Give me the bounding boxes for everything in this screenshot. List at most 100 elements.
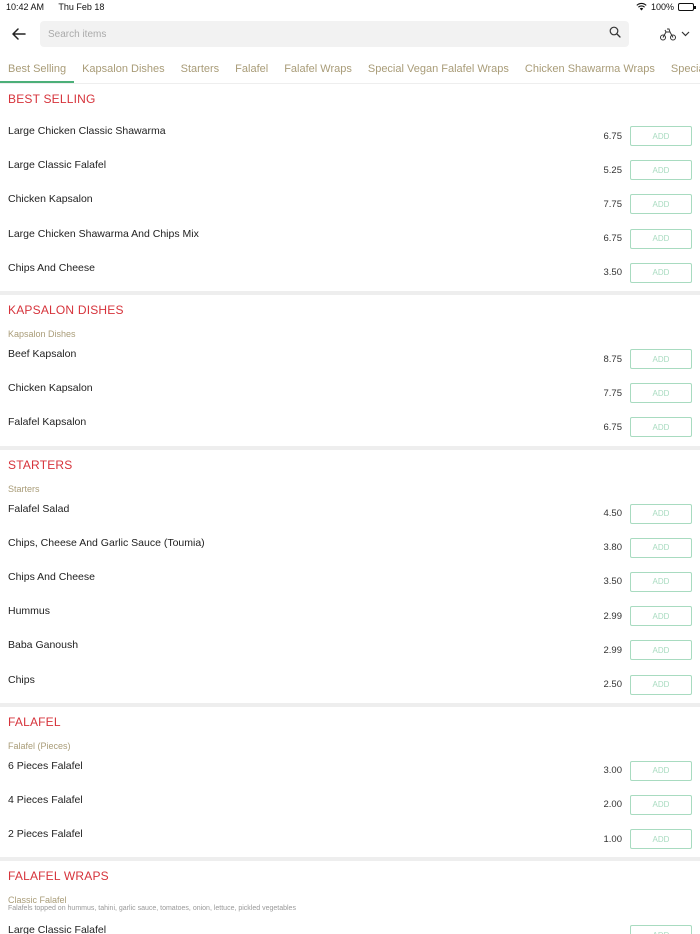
item-name: Falafel Salad [8, 502, 70, 515]
menu-item: Falafel Kapsalon 6.75 ADD [0, 409, 700, 443]
menu-item: 4 Pieces Falafel 2.00 ADD [0, 787, 700, 821]
add-button[interactable]: ADD [630, 571, 692, 592]
menu-item: Beef Kapsalon 8.75 ADD [0, 341, 700, 375]
section-title: STARTERS [8, 457, 73, 472]
item-price: 2.99 [603, 610, 623, 622]
add-button[interactable]: ADD [630, 349, 692, 370]
add-button[interactable]: ADD [630, 640, 692, 661]
section-best-selling: BEST SELLING Large Chicken Classic Shawa… [0, 84, 700, 295]
add-button[interactable]: ADD [630, 794, 692, 815]
search-bar[interactable] [40, 21, 629, 47]
tab-falafel[interactable]: Falafel [227, 63, 276, 83]
add-button[interactable]: ADD [630, 503, 692, 524]
menu-item: Hummus 2.99 ADD [0, 598, 700, 632]
item-name: Chips And Cheese [8, 570, 95, 583]
item-price: 3.50 [603, 267, 623, 279]
item-price: 1.00 [603, 833, 623, 845]
menu-item: Chicken Kapsalon 7.75 ADD [0, 186, 700, 220]
status-right: 100% [636, 2, 696, 13]
search-icon[interactable] [609, 25, 621, 43]
status-left: 10:42 AM Thu Feb 18 [6, 2, 116, 12]
item-name: Chips [8, 673, 35, 686]
section-title: FALAFEL WRAPS [8, 869, 109, 884]
menu-item: Large Chicken Shawarma And Chips Mix 6.7… [0, 221, 700, 255]
chevron-down-icon [681, 31, 690, 37]
add-button[interactable]: ADD [630, 606, 692, 627]
item-price: 6.75 [603, 421, 623, 433]
section-title: BEST SELLING [8, 92, 96, 106]
item-price: 5.25 [603, 164, 623, 176]
status-bar: 10:42 AM Thu Feb 18 100% [0, 0, 700, 14]
tab-chicken-shawarma-wraps[interactable]: Chicken Shawarma Wraps [517, 63, 663, 83]
menu-item: Large Chicken Classic Shawarma 6.75 ADD [0, 118, 700, 152]
menu-item: Chips, Cheese And Garlic Sauce (Toumia) … [0, 530, 700, 564]
add-button[interactable]: ADD [630, 417, 692, 438]
item-price: 2.99 [603, 644, 623, 656]
item-price: 4.50 [603, 508, 623, 520]
scooter-icon [660, 28, 676, 41]
item-price: 3.80 [603, 542, 623, 554]
tab-special-vegan-falafel-wraps[interactable]: Special Vegan Falafel Wraps [360, 63, 517, 83]
section-kapsalon-dishes: KAPSALON DISHES Kapsalon Dishes Beef Kap… [0, 295, 700, 450]
tab-falafel-wraps[interactable]: Falafel Wraps [276, 63, 360, 83]
tab-best-selling[interactable]: Best Selling [0, 63, 75, 83]
tab-kapsalon-dishes[interactable]: Kapsalon Dishes [74, 63, 173, 83]
item-name: Large Chicken Shawarma And Chips Mix [8, 227, 199, 240]
item-name: Chicken Kapsalon [8, 193, 93, 206]
menu-item: Baba Ganoush 2.99 ADD [0, 632, 700, 666]
item-name: Chips And Cheese [8, 261, 95, 274]
section-starters: STARTERS Starters Falafel Salad 4.50 ADD… [0, 450, 700, 707]
item-name: Falafel Kapsalon [8, 416, 87, 429]
add-button[interactable]: ADD [630, 760, 692, 781]
section-title: FALAFEL [8, 714, 61, 729]
item-name: Large Chicken Classic Shawarma [8, 125, 166, 138]
arrow-left-icon [12, 28, 26, 40]
subcategory-label: Classic Falafel [8, 895, 67, 906]
item-price: 2.50 [603, 679, 623, 691]
menu-item: Chips 2.50 ADD [0, 666, 700, 700]
menu-item: Chicken Kapsalon 7.75 ADD [0, 375, 700, 409]
add-button[interactable]: ADD [630, 925, 692, 934]
item-price: 8.75 [603, 353, 623, 365]
section-title: KAPSALON DISHES [8, 302, 124, 317]
add-button[interactable]: ADD [630, 674, 692, 695]
delivery-mode-dropdown[interactable] [659, 27, 690, 41]
tab-starters[interactable]: Starters [173, 63, 228, 83]
subcategory-label: Starters [8, 483, 40, 494]
item-name: Chips, Cheese And Garlic Sauce (Toumia) [8, 536, 205, 549]
top-bar [0, 14, 700, 54]
menu-item: 2 Pieces Falafel 1.00 ADD [0, 821, 700, 855]
add-button[interactable]: ADD [630, 228, 692, 249]
battery-icon [678, 3, 696, 11]
item-name: Large Classic Falafel [8, 159, 107, 172]
add-button[interactable]: ADD [630, 537, 692, 558]
status-time: 10:42 AM [6, 2, 45, 12]
search-input[interactable] [48, 28, 609, 40]
section-falafel-wraps: FALAFEL WRAPS Classic Falafel Falafels t… [0, 861, 700, 934]
item-price: 3.50 [603, 576, 623, 588]
add-button[interactable]: ADD [630, 160, 692, 181]
tab-special-o[interactable]: Special O [663, 63, 700, 83]
add-button[interactable]: ADD [630, 829, 692, 850]
item-name: Beef Kapsalon [8, 348, 77, 361]
item-price: 6.75 [603, 130, 623, 142]
item-price: 7.75 [603, 387, 623, 399]
subcategory-label: Falafel (Pieces) [8, 740, 71, 751]
back-button[interactable] [8, 23, 30, 45]
item-price: 7.75 [603, 198, 623, 210]
item-name: Chicken Kapsalon [8, 382, 93, 395]
add-button[interactable]: ADD [630, 262, 692, 283]
subcategory-label: Kapsalon Dishes [8, 328, 76, 339]
subcategory-description: Falafels topped on hummus, tahini, garli… [8, 905, 296, 913]
item-name: 2 Pieces Falafel [8, 828, 83, 841]
item-name: 6 Pieces Falafel [8, 759, 83, 772]
add-button[interactable]: ADD [630, 194, 692, 215]
menu-item: 6 Pieces Falafel 3.00 ADD [0, 753, 700, 787]
menu-item: Chips And Cheese 3.50 ADD [0, 255, 700, 289]
item-price: 6.75 [603, 233, 623, 245]
item-price: 3.00 [603, 765, 623, 777]
battery-percent: 100% [650, 2, 674, 12]
add-button[interactable]: ADD [630, 126, 692, 147]
add-button[interactable]: ADD [630, 383, 692, 404]
item-price: 2.00 [603, 799, 623, 811]
